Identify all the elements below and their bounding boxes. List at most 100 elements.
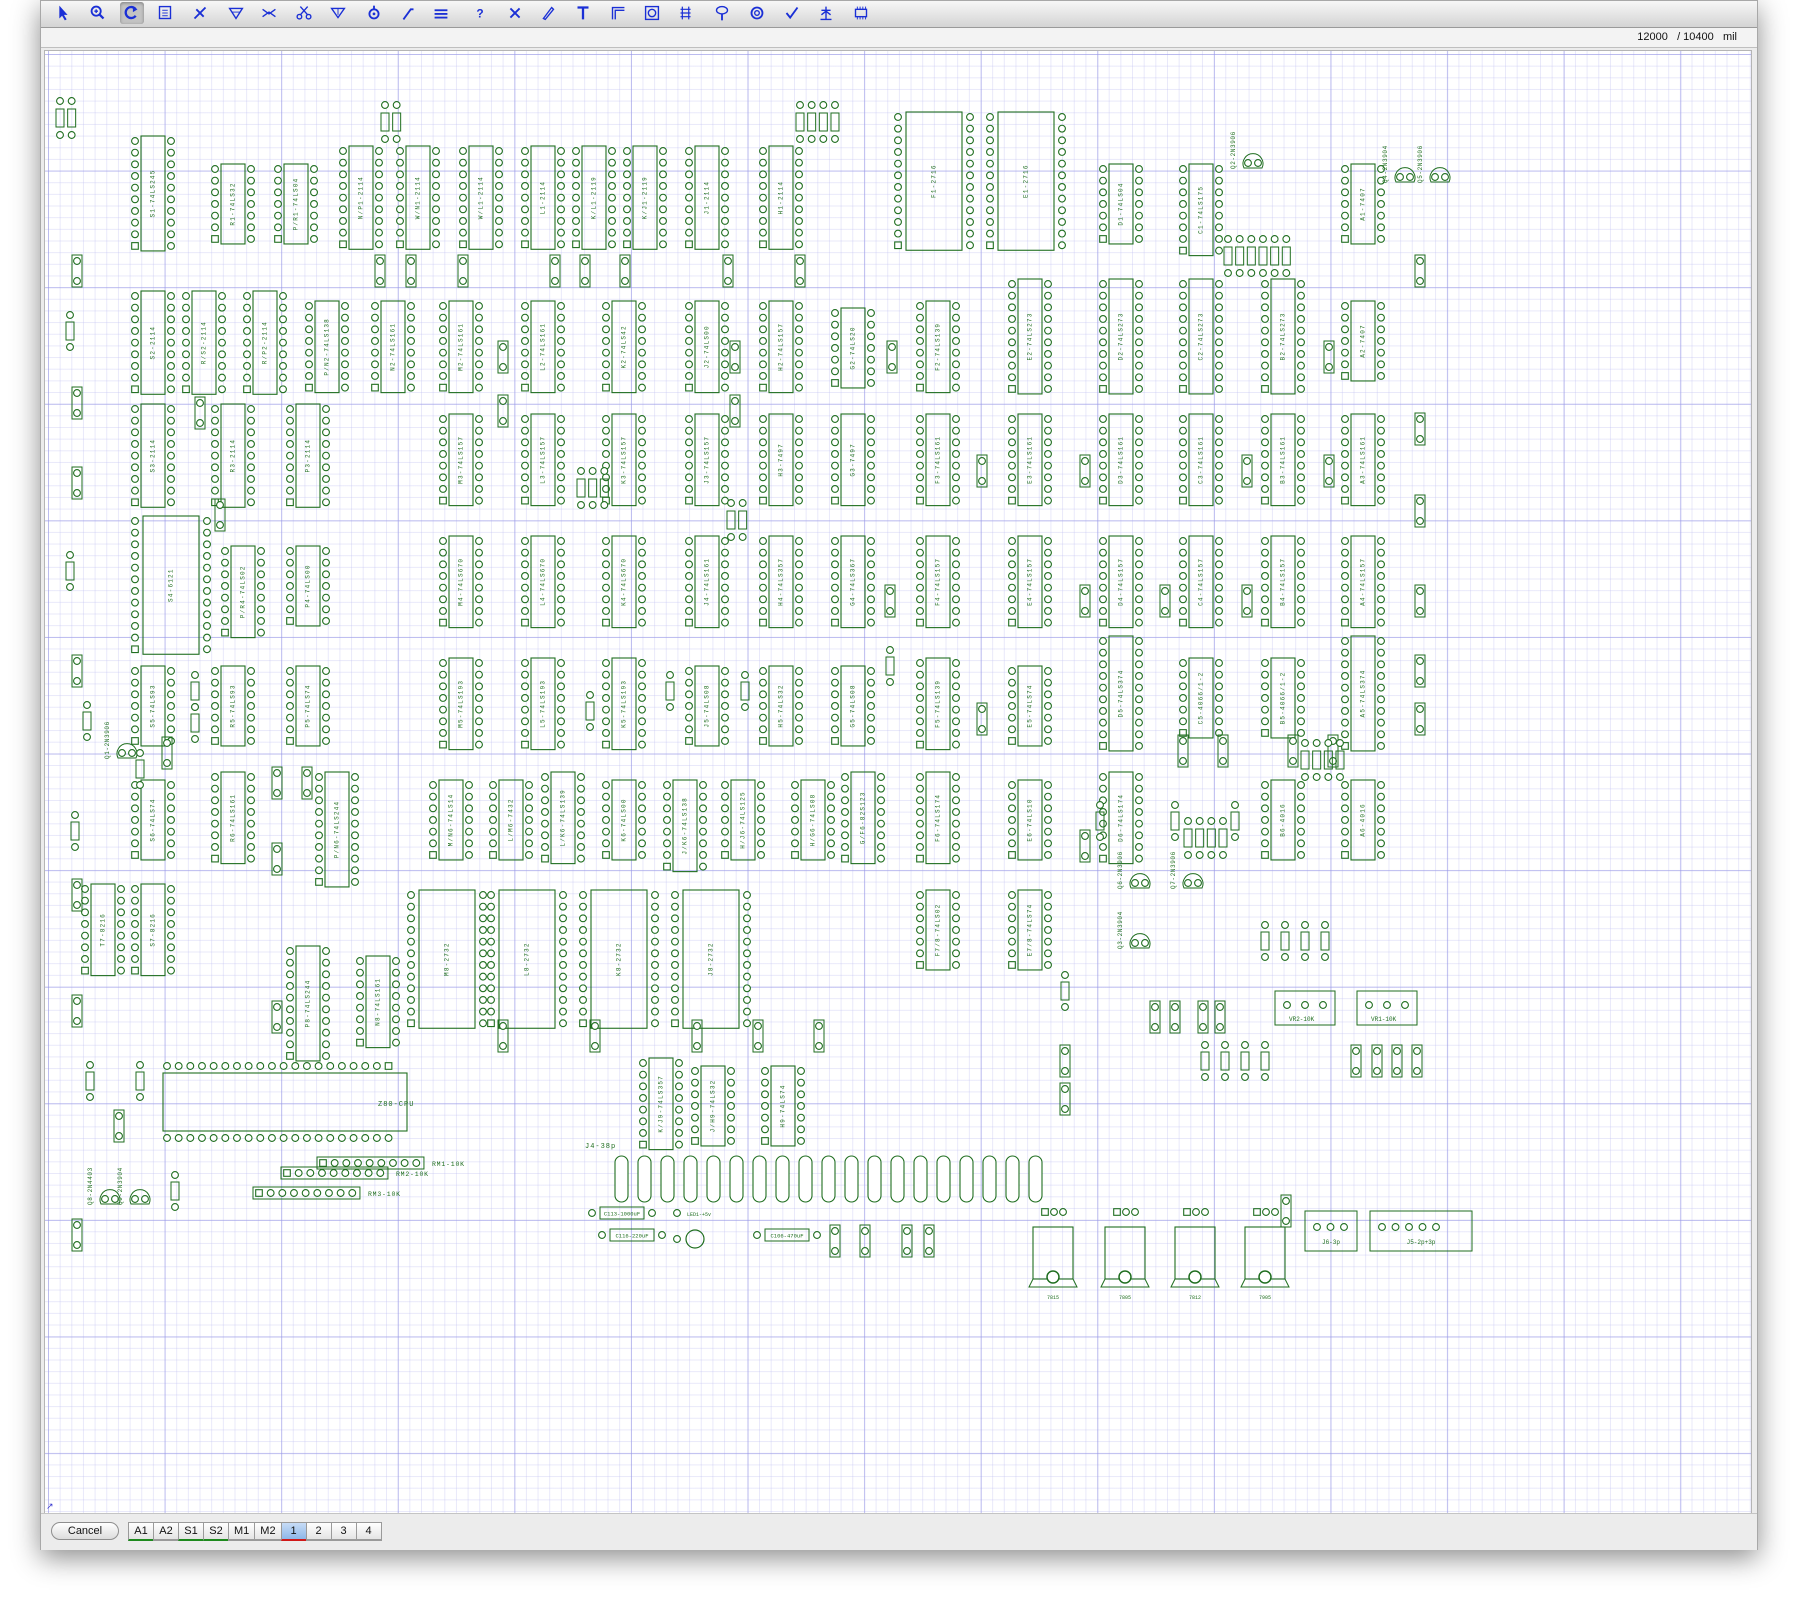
capacitor[interactable] bbox=[71, 994, 83, 1028]
resistor[interactable] bbox=[1320, 921, 1330, 961]
chip[interactable]: P/R4-74LS02 bbox=[221, 545, 265, 639]
resistor[interactable] bbox=[1260, 921, 1270, 961]
chip[interactable]: M8-2732 bbox=[407, 889, 487, 1029]
chip[interactable]: L/M6-7432 bbox=[489, 779, 533, 861]
capacitor[interactable] bbox=[301, 766, 313, 800]
capacitor[interactable] bbox=[194, 396, 206, 430]
chip[interactable]: W/L1-2114 bbox=[459, 145, 503, 250]
tab-s2[interactable]: S2 bbox=[203, 1522, 229, 1541]
capacitor[interactable] bbox=[549, 254, 561, 288]
chip[interactable]: E5-74LS74 bbox=[1008, 665, 1052, 747]
capacitor[interactable] bbox=[1414, 494, 1426, 528]
capacitor[interactable] bbox=[1079, 584, 1091, 618]
wire-icon[interactable] bbox=[188, 2, 212, 24]
chip[interactable]: J1-2114 bbox=[685, 145, 729, 250]
capacitor[interactable] bbox=[1241, 454, 1253, 488]
chip[interactable]: P3-2114 bbox=[286, 403, 330, 508]
chip[interactable]: H/J6-74LS125 bbox=[721, 779, 765, 861]
chip[interactable]: N2-74LS161 bbox=[371, 300, 415, 394]
chip[interactable]: G4-74LS367 bbox=[831, 535, 875, 629]
chip[interactable]: S6-74LS74 bbox=[131, 779, 175, 861]
capacitor[interactable] bbox=[859, 1224, 871, 1258]
chip[interactable]: P4-74LS00 bbox=[286, 545, 330, 627]
transistor[interactable]: Q3-2N3904 bbox=[1117, 911, 1151, 949]
capacitor[interactable] bbox=[1214, 1000, 1226, 1034]
capacitor[interactable] bbox=[1079, 829, 1091, 863]
sip-header[interactable] bbox=[795, 101, 840, 143]
chip[interactable]: M4-74LS670 bbox=[439, 535, 483, 629]
transistor[interactable]: Q2-2N3906 bbox=[1230, 131, 1264, 169]
chip[interactable]: E7/8-74LS74 bbox=[1008, 889, 1052, 971]
chip[interactable]: T7-8216 bbox=[81, 883, 125, 977]
capacitor[interactable] bbox=[1323, 454, 1335, 488]
resistor-network[interactable]: RM3-10K bbox=[252, 1186, 401, 1200]
capacitor[interactable] bbox=[1059, 1082, 1071, 1116]
chip[interactable]: G2-74LS20 bbox=[831, 307, 875, 389]
place-part-icon[interactable] bbox=[153, 2, 177, 24]
capacitor[interactable] bbox=[1414, 702, 1426, 736]
chip[interactable]: J4-74LS161 bbox=[685, 535, 729, 629]
chip[interactable]: F7/8-74LS02 bbox=[916, 889, 960, 971]
sip-header[interactable] bbox=[55, 97, 77, 139]
chip[interactable]: G3-7497 bbox=[831, 413, 875, 507]
capacitor[interactable] bbox=[729, 394, 741, 428]
chip[interactable]: J8-2732 bbox=[671, 889, 751, 1029]
capacitor[interactable] bbox=[729, 340, 741, 374]
delete-icon[interactable] bbox=[503, 2, 527, 24]
capacitor[interactable] bbox=[271, 842, 283, 876]
zoom-icon[interactable] bbox=[86, 2, 110, 24]
capacitor[interactable] bbox=[405, 254, 417, 288]
sip-header[interactable] bbox=[380, 101, 402, 143]
chip[interactable]: S7-8216 bbox=[131, 883, 175, 977]
chip[interactable]: P/N6-74LS244 bbox=[315, 771, 359, 888]
capacitor[interactable] bbox=[457, 254, 469, 288]
down-arrow-icon[interactable] bbox=[326, 2, 350, 24]
chip[interactable]: N/P1-2114 bbox=[339, 145, 383, 250]
electrolytic-capacitor[interactable]: C106-470uF bbox=[753, 1228, 821, 1242]
chip[interactable]: E1-2716 bbox=[986, 111, 1066, 251]
tab-s1[interactable]: S1 bbox=[178, 1522, 204, 1541]
capacitor[interactable] bbox=[71, 466, 83, 500]
chip[interactable]: G/F6-82S123 bbox=[841, 771, 885, 865]
resistor[interactable] bbox=[1240, 1041, 1250, 1081]
capacitor[interactable] bbox=[1350, 1044, 1362, 1078]
chip[interactable]: A6-4016 bbox=[1341, 779, 1385, 861]
chip[interactable]: P5-74LS74 bbox=[286, 665, 330, 747]
tab-m2[interactable]: M2 bbox=[254, 1522, 282, 1541]
chip[interactable]: D6-74LS174 bbox=[1099, 771, 1143, 865]
voltage-regulator[interactable]: 7815 bbox=[1028, 1208, 1078, 1301]
chip[interactable]: L1-2114 bbox=[521, 145, 565, 250]
voltage-regulator[interactable]: 7812 bbox=[1170, 1208, 1220, 1301]
capacitor[interactable] bbox=[71, 654, 83, 688]
chip[interactable]: K5-74LS193 bbox=[602, 657, 646, 751]
electrolytic-capacitor[interactable]: C116-220uF bbox=[598, 1228, 666, 1242]
chip[interactable]: F2-74LS139 bbox=[916, 300, 960, 394]
chip[interactable]: L4-74LS670 bbox=[521, 535, 565, 629]
tab-a2[interactable]: A2 bbox=[153, 1522, 179, 1541]
capacitor[interactable] bbox=[579, 254, 591, 288]
resistor[interactable] bbox=[585, 691, 595, 731]
chip[interactable]: B3-74LS161 bbox=[1261, 413, 1305, 507]
resistor[interactable] bbox=[65, 551, 75, 591]
led[interactable]: LED1-+5v bbox=[673, 1209, 711, 1249]
bus-icon[interactable] bbox=[429, 2, 453, 24]
trimpot[interactable]: VR2-10K bbox=[1274, 990, 1336, 1026]
chip[interactable]: E6-74LS10 bbox=[1008, 779, 1052, 861]
capacitor[interactable] bbox=[1414, 254, 1426, 288]
voltage-regulator[interactable]: 7905 bbox=[1240, 1208, 1290, 1301]
chip-icon[interactable] bbox=[849, 2, 873, 24]
resistor[interactable] bbox=[70, 811, 80, 851]
capacitor[interactable] bbox=[497, 394, 509, 428]
chip[interactable]: N8-74LS161 bbox=[356, 955, 400, 1049]
capacitor[interactable] bbox=[1414, 584, 1426, 618]
chip[interactable]: A4-74LS157 bbox=[1341, 535, 1385, 629]
capacitor[interactable] bbox=[901, 1224, 913, 1258]
corner-icon[interactable] bbox=[606, 2, 630, 24]
trimpot[interactable]: VR1-10K bbox=[1356, 990, 1418, 1026]
chip[interactable]: W/N1-2114 bbox=[396, 145, 440, 250]
chip[interactable]: J/H9-74LS32 bbox=[691, 1065, 735, 1147]
chip[interactable]: A3-74LS161 bbox=[1341, 413, 1385, 507]
chip[interactable]: L8-2732 bbox=[487, 889, 567, 1029]
chip[interactable]: A5-74LS374 bbox=[1341, 635, 1385, 752]
chip[interactable]: C2-74LS273 bbox=[1179, 278, 1223, 395]
